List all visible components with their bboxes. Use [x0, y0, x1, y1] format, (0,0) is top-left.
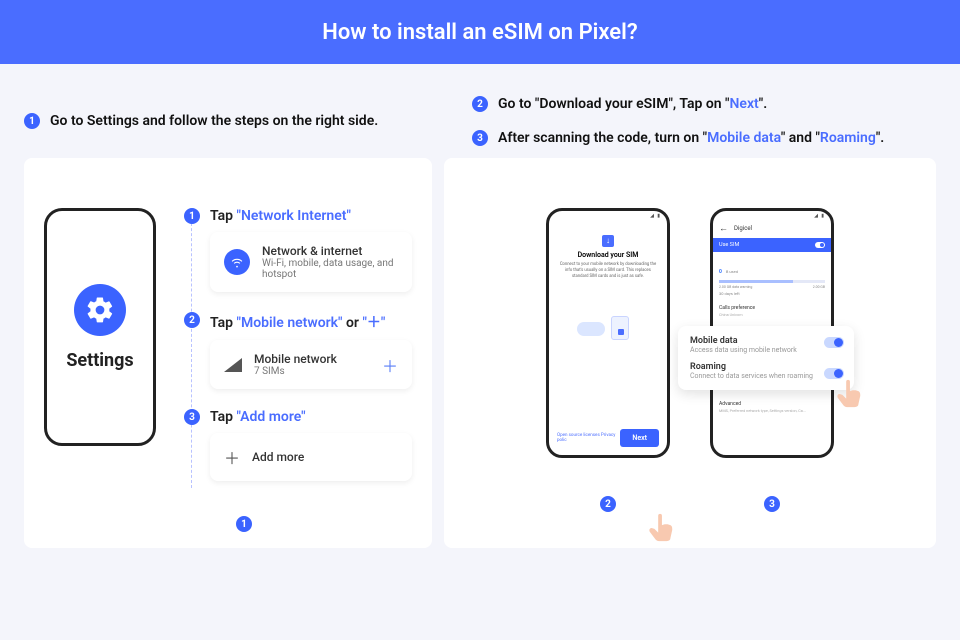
panel-2-3: ◢ ▮ Download your SIM Connect to your mo…: [444, 158, 936, 548]
intro-step-1-text: Go to Settings and follow the steps on t…: [50, 113, 378, 129]
panel-1: Settings 1 Tap "Network Internet" Networ…: [24, 158, 432, 548]
data-usage-bar: [719, 280, 825, 283]
substep-number-2: 2: [184, 312, 200, 328]
step-number-3: 3: [472, 130, 488, 146]
intro-step-3-pre: After scanning the code, turn on ": [498, 130, 707, 146]
status-bar: ◢ ▮: [713, 211, 831, 221]
carrier-name: Digicel: [734, 225, 752, 232]
phone-mock-3: ◢ ▮ ← Digicel Use SIM 0 B used 2.00 GB d…: [710, 208, 834, 528]
mobile-network-link: "Mobile network": [237, 315, 343, 331]
intro-right: 2 Go to "Download your eSIM", Tap on "Ne…: [472, 96, 936, 146]
page-header: How to install an eSIM on Pixel?: [0, 0, 960, 64]
next-button[interactable]: Next: [620, 429, 659, 447]
data-warning-label: 2.00 GB data warning: [719, 285, 752, 289]
back-arrow-icon[interactable]: ←: [719, 223, 728, 234]
download-sim-title: Download your SIM: [557, 251, 659, 259]
mobile-data-link-text: Mobile data: [707, 130, 781, 146]
intro-step-2-pre: Go to "Download your eSIM", Tap on ": [498, 96, 730, 112]
page-title: How to install an eSIM on Pixel?: [322, 20, 637, 45]
step-number-2: 2: [472, 96, 488, 112]
data-used-unit: B used: [726, 269, 738, 274]
add-more-link: "Add more": [237, 409, 306, 425]
panels-row: Settings 1 Tap "Network Internet" Networ…: [0, 158, 960, 548]
signal-icon: [224, 358, 242, 372]
intro-step-2-post: ".: [759, 96, 767, 112]
intro-section: 1 Go to Settings and follow the steps on…: [0, 64, 960, 158]
sim-card-icon: [611, 316, 629, 340]
substep-number-3: 3: [184, 409, 200, 425]
card-title: Network & internet: [262, 244, 398, 258]
calls-preference-row[interactable]: Calls preference China Unicom: [713, 300, 831, 322]
cloud-icon: [577, 322, 605, 336]
download-sim-desc: Connect to your mobile network by downlo…: [557, 262, 659, 280]
use-sim-label: Use SIM: [719, 242, 739, 248]
mobile-data-toggle[interactable]: [824, 337, 844, 348]
step-number-1: 1: [24, 113, 40, 129]
intro-step-3-mid: " and ": [781, 130, 820, 146]
card-title: Mobile network: [254, 352, 337, 366]
plus-icon[interactable]: ＋: [382, 353, 398, 377]
status-bar: ◢ ▮: [549, 211, 667, 221]
panel-badge-3: 3: [764, 496, 780, 512]
roaming-title: Roaming: [690, 362, 816, 372]
use-sim-row[interactable]: Use SIM: [713, 238, 831, 252]
wifi-icon: [224, 249, 250, 275]
substep-number-1: 1: [184, 208, 200, 224]
tap-indicator-icon: [646, 512, 676, 542]
tap-indicator-icon: [834, 378, 864, 408]
mobile-network-card[interactable]: Mobile network 7 SIMs ＋: [210, 340, 412, 389]
data-days-left: 30 days left: [719, 291, 825, 296]
panel-badge-2: 2: [600, 496, 616, 512]
add-more-card[interactable]: ＋ Add more: [210, 433, 412, 481]
intro-step-3-post: ".: [876, 130, 884, 146]
gear-icon: [74, 284, 126, 336]
roaming-link-text: Roaming: [820, 130, 876, 146]
mobile-data-title: Mobile data: [690, 336, 816, 346]
data-used-value: 0: [719, 269, 722, 275]
advanced-row[interactable]: Advanced MMS, Preferred network type, Se…: [713, 396, 831, 418]
data-cap-label: 2.00 GB: [813, 285, 825, 289]
next-link-text: Next: [730, 96, 759, 112]
plus-icon: ＋: [224, 445, 240, 469]
network-internet-card[interactable]: Network & internet Wi-Fi, mobile, data u…: [210, 232, 412, 292]
settings-phone-mock: Settings: [44, 208, 156, 446]
network-internet-link: "Network Internet": [237, 208, 351, 224]
sim-illustration: [573, 308, 643, 358]
carrier-header: ← Digicel: [713, 221, 831, 236]
use-sim-toggle[interactable]: [815, 242, 825, 248]
roaming-sub: Connect to data services when roaming: [690, 372, 816, 380]
card-subtitle: 7 SIMs: [254, 366, 337, 377]
mobile-data-sub: Access data using mobile network: [690, 346, 816, 354]
panel-badge-1: 1: [236, 516, 252, 532]
settings-label: Settings: [66, 350, 133, 371]
card-title: Add more: [252, 450, 304, 464]
card-subtitle: Wi-Fi, mobile, data usage, and hotspot: [262, 258, 398, 280]
toggles-overlay: Mobile data Access data using mobile net…: [678, 326, 854, 390]
intro-left: 1 Go to Settings and follow the steps on…: [24, 96, 432, 146]
download-icon: [602, 235, 614, 247]
license-links[interactable]: Open source licenses Privacy polic: [557, 433, 620, 443]
steps-column: 1 Tap "Network Internet" Network & inter…: [184, 208, 412, 528]
plus-link: "＋": [362, 315, 385, 331]
phone-mock-2: ◢ ▮ Download your SIM Connect to your mo…: [546, 208, 670, 528]
